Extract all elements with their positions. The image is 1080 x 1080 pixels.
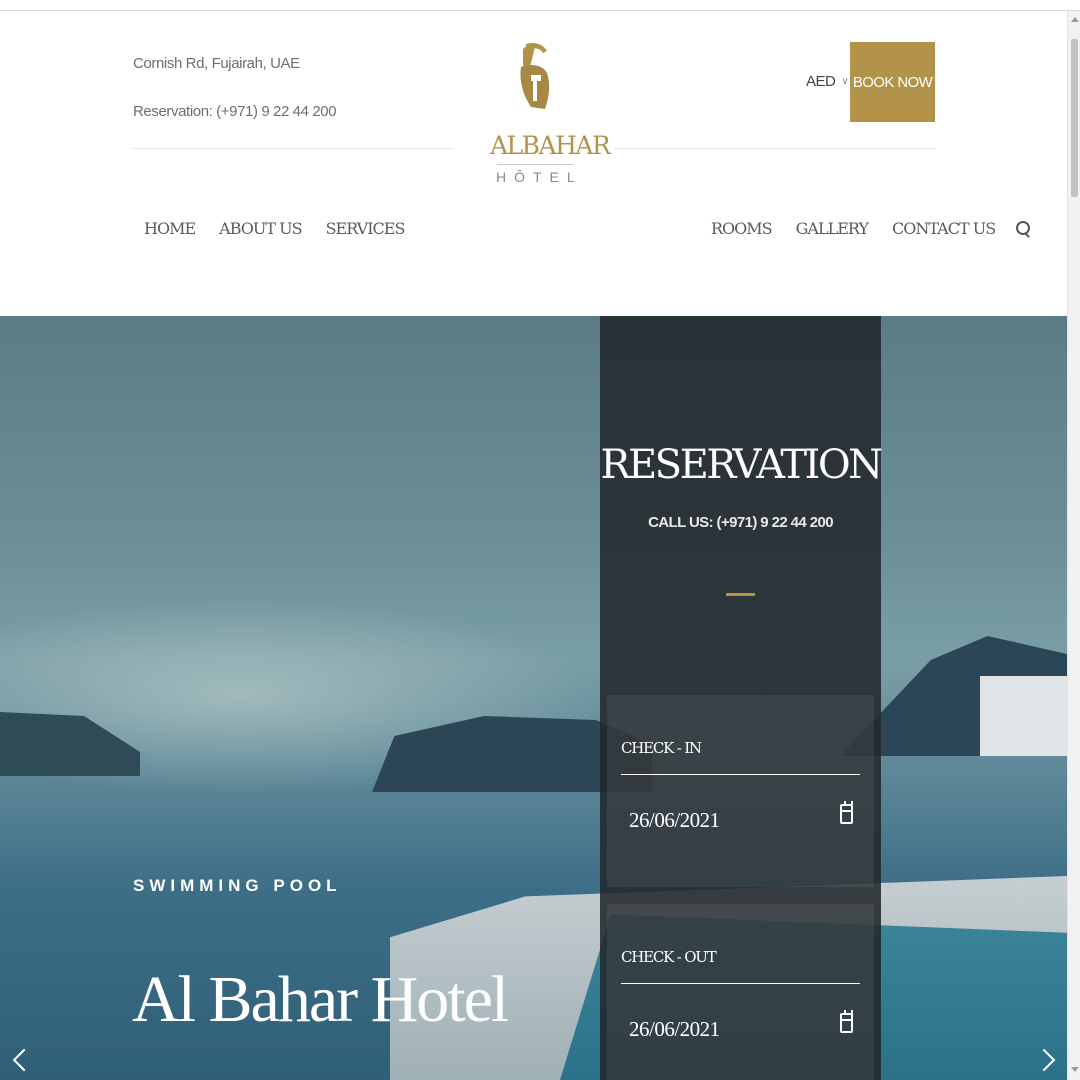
nav-contact-us[interactable]: CONTACT US [892,219,996,238]
hero-building [980,676,1067,756]
address-text: Cornish Rd, Fujairah, UAE [133,55,300,72]
logo-brand-text: ALBAHAR [490,131,611,160]
nav-about-us[interactable]: ABOUT US [219,219,302,238]
reservation-call-text[interactable]: CALL US: (+971) 9 22 44 200 [600,514,881,531]
check-out-label: CHECK - OUT [621,948,717,966]
book-now-button[interactable]: BOOK NOW [850,42,935,122]
reservation-title: RESERVATION [600,442,883,488]
nav-left: HOME ABOUT US SERVICES [144,219,406,238]
check-in-label: CHECK - IN [621,739,702,757]
chevron-left-icon[interactable] [12,1048,26,1076]
check-out-underline [621,983,860,984]
check-out-value[interactable]: 26/06/2021 [629,1017,720,1042]
nav-services[interactable]: SERVICES [326,219,406,238]
calendar-icon[interactable] [840,1010,853,1033]
logo-sub-text: HÔTEL [496,169,583,185]
slide-label: SWIMMING POOL [133,876,342,895]
currency-value: AED [806,73,836,90]
check-in-underline [621,774,860,775]
slide-title: Al Bahar Hotel [132,963,509,1036]
check-in-field[interactable]: CHECK - IN 26/06/2021 [607,695,874,887]
reservation-accent-bar [726,593,755,596]
nav-gallery[interactable]: GALLERY [796,219,869,238]
page-scrollbar[interactable] [1067,11,1080,1080]
chevron-right-icon[interactable] [1040,1048,1054,1076]
currency-selector[interactable]: AED ∨ [806,73,849,90]
header-divider-right [615,148,935,149]
scrollbar-thumb[interactable] [1071,39,1078,197]
nav-home[interactable]: HOME [144,219,196,238]
check-in-value[interactable]: 26/06/2021 [629,808,720,833]
logo-divider [497,164,573,165]
reservation-phone[interactable]: Reservation: (+971) 9 22 44 200 [133,103,337,120]
spartan-helmet-icon [520,43,550,109]
nav-right: ROOMS GALLERY CONTACT US [711,219,1031,238]
site-header: Cornish Rd, Fujairah, UAE Reservation: (… [0,11,1067,316]
scroll-down-icon[interactable] [1071,1067,1079,1072]
reservation-panel: RESERVATION CALL US: (+971) 9 22 44 200 … [600,316,883,1080]
check-out-field[interactable]: CHECK - OUT 26/06/2021 [607,904,874,1080]
scroll-up-icon[interactable] [1071,17,1079,22]
chevron-down-icon: ∨ [841,76,849,87]
search-icon[interactable] [1015,220,1031,238]
nav-rooms[interactable]: ROOMS [711,219,773,238]
header-divider-left [133,148,453,149]
hotel-logo[interactable]: ALBAHAR HÔTEL [490,41,611,241]
calendar-icon[interactable] [840,801,853,824]
hero-slider: SWIMMING POOL Al Bahar Hotel [0,316,1067,1080]
